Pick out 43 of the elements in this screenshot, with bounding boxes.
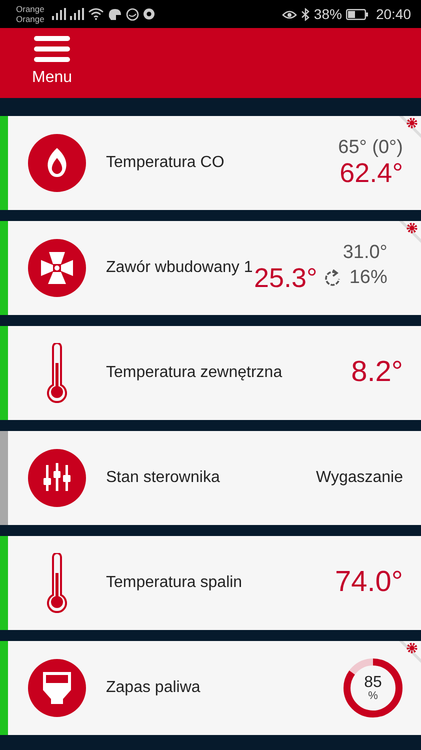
carrier-label: Orange xyxy=(16,14,44,24)
valve-icon xyxy=(28,239,86,297)
signal-icon xyxy=(52,8,66,20)
wifi-icon xyxy=(88,8,104,20)
carrier-label: Orange xyxy=(16,4,44,14)
battery-percentage: 38% xyxy=(314,4,342,24)
tile-label: Stan sterownika xyxy=(105,468,221,488)
tile-card[interactable]: Zawór wbudowany 1 31.0° 25.3° 16% xyxy=(0,221,421,315)
thermometer-icon xyxy=(46,343,68,403)
browser-icon xyxy=(143,8,156,20)
tile-label: Zawór wbudowany 1 xyxy=(105,258,254,278)
eye-icon xyxy=(282,8,297,20)
tile-label: Zapas paliwa xyxy=(105,678,202,698)
tile-label: Temperatura spalin xyxy=(105,572,244,593)
temperature-value: 62.4° xyxy=(338,158,403,188)
tile-card[interactable]: Temperatura CO 65° (0°) 62.4° xyxy=(0,116,421,210)
bluetooth-icon xyxy=(300,8,310,20)
temperature-value: 8.2° xyxy=(351,357,403,389)
tile-card[interactable]: Temperatura spalin 74.0° xyxy=(0,536,421,630)
valve-opening: 16% xyxy=(349,266,388,290)
setpoint-value: 65° (0°) xyxy=(338,138,403,159)
menu-icon xyxy=(34,36,70,62)
sliders-icon xyxy=(28,449,86,507)
fuel-gauge xyxy=(343,658,403,718)
signal-icon xyxy=(70,8,84,20)
unit-label: % xyxy=(368,690,378,702)
thermometer-icon xyxy=(46,553,68,613)
temperature-value: 74.0° xyxy=(334,567,403,599)
setpoint-value: 31.0° xyxy=(342,242,388,264)
hopper-icon xyxy=(28,659,86,717)
tile-label: Temperatura CO xyxy=(105,152,226,173)
tile-card[interactable]: Temperatura zewnętrzna 8.2° xyxy=(0,326,421,420)
battery-icon xyxy=(346,8,368,20)
rotate-icon xyxy=(325,269,342,288)
circle-icon xyxy=(126,8,140,20)
temperature-value: 25.3° xyxy=(254,264,318,294)
fuel-level-value: 85 xyxy=(364,674,382,690)
menu-button[interactable]: Menu xyxy=(32,36,72,90)
tile-card[interactable]: Stan sterownika Wygaszanie xyxy=(0,431,421,525)
tile-card[interactable]: Zapas paliwa 85 % xyxy=(0,641,421,735)
clock: 20:40 xyxy=(376,4,411,24)
tile-label: Temperatura zewnętrzna xyxy=(105,362,284,383)
status-value: Wygaszanie xyxy=(316,468,403,488)
